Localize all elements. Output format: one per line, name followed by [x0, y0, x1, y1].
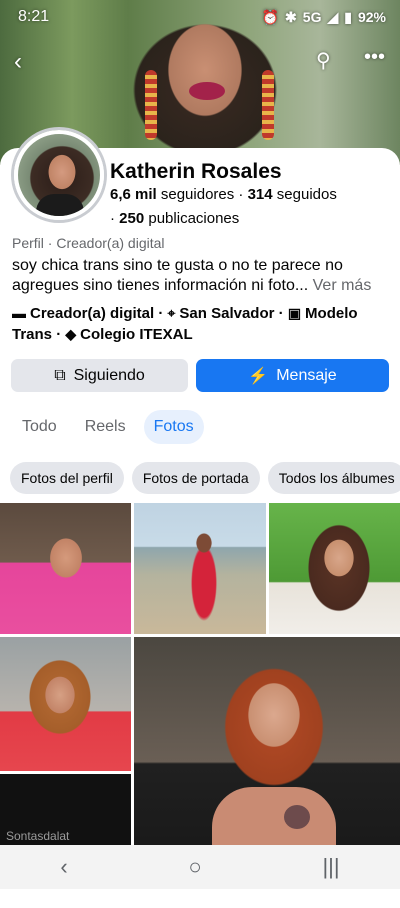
photo-caption: Sontasdalat — [6, 829, 70, 843]
profile-name: Katherin Rosales — [110, 160, 282, 183]
following-label: seguidos — [272, 186, 337, 203]
status-bar: 8:21 ⏰ ✱ 5G ◢ ▮ 92% — [18, 6, 386, 28]
messenger-icon: ⚡ — [248, 367, 269, 385]
following-icon: ⧉ — [54, 366, 66, 384]
photo-tattoo — [284, 805, 310, 829]
tab-reels[interactable]: Reels — [75, 410, 136, 444]
posts-label: publicaciones — [144, 210, 240, 227]
following-button[interactable]: ⧉ Siguiendo — [11, 359, 188, 392]
status-time: 8:21 — [18, 8, 50, 25]
battery-level: 92% — [357, 9, 386, 25]
message-button-label: Mensaje — [276, 366, 337, 384]
search-icon[interactable]: ⚲ — [316, 48, 331, 73]
message-button[interactable]: ⚡ Mensaje — [196, 359, 389, 392]
avatar-shirt — [36, 194, 84, 216]
posts-count: 250 — [119, 210, 145, 227]
detail-creator: Creador(a) digital — [30, 305, 155, 322]
work-icon: ▣ — [287, 305, 302, 321]
posts-stats: · 250 publicaciones — [110, 210, 239, 227]
profile-category: Perfil · Creador(a) digital — [12, 235, 165, 251]
chip-profile-photos[interactable]: Fotos del perfil — [10, 462, 124, 494]
system-nav-bar: ‹ ○ ||| — [0, 845, 400, 889]
photo-thumbnail[interactable] — [134, 637, 400, 845]
chip-cover-photos[interactable]: Fotos de portada — [131, 462, 260, 494]
school-icon: ◆ — [65, 326, 77, 342]
category-icon: ▬ — [12, 305, 26, 321]
bio-text: soy chica trans sino te gusta o no te pa… — [12, 257, 343, 294]
signal-icon: ◢ — [327, 8, 339, 25]
tab-fotos[interactable]: Fotos — [143, 410, 204, 444]
follow-stats: 6,6 mil seguidores · 314 seguidos — [110, 186, 337, 203]
followers-count[interactable]: 6,6 mil — [110, 186, 157, 203]
following-button-label: Siguiendo — [73, 366, 145, 384]
photo-thumbnail[interactable]: Sontasdalat — [0, 774, 131, 845]
detail-school[interactable]: Colegio ITEXAL — [80, 326, 193, 343]
more-icon[interactable]: ••• — [364, 46, 385, 69]
detail-location[interactable]: San Salvador — [179, 305, 274, 322]
nav-home-icon[interactable]: ○ — [188, 854, 201, 880]
photo-thumbnail[interactable] — [269, 503, 400, 634]
photo-thumbnail[interactable] — [0, 503, 131, 634]
detail-separator: · — [52, 326, 66, 343]
cover-earring-right — [262, 70, 274, 140]
tab-todo[interactable]: Todo — [12, 410, 67, 444]
photo-thumbnail[interactable] — [0, 637, 131, 771]
alarm-icon: ⏰ — [261, 8, 280, 25]
followers-label: seguidores · — [156, 186, 248, 203]
network-type: 5G — [302, 9, 322, 25]
cover-earring-left — [145, 70, 157, 140]
see-more-link[interactable]: Ver más — [313, 277, 372, 294]
profile-details: ▬ Creador(a) digital · ⌖ San Salvador · ▣ M… — [12, 303, 392, 345]
avatar[interactable] — [14, 130, 104, 220]
photo-thumbnail[interactable] — [134, 503, 266, 634]
bluetooth-icon: ✱ — [285, 8, 297, 25]
detail-separator: · — [274, 305, 288, 322]
detail-separator: · — [154, 305, 168, 322]
content-tabs: Todo Reels Fotos — [12, 410, 204, 444]
photo-filter-chips: Fotos del perfil Fotos de portada Todos … — [10, 462, 400, 494]
back-icon[interactable]: ‹ — [14, 48, 22, 76]
nav-recents-icon[interactable]: ||| — [322, 854, 339, 880]
photo-detail — [212, 787, 336, 845]
cover-lips — [189, 82, 225, 100]
nav-back-icon[interactable]: ‹ — [60, 854, 67, 880]
location-icon: ⌖ — [167, 305, 176, 321]
battery-icon: ▮ — [344, 8, 352, 25]
following-count[interactable]: 314 — [248, 186, 273, 203]
profile-bio: soy chica trans sino te gusta o no te pa… — [12, 256, 392, 296]
chip-all-albums[interactable]: Todos los álbumes — [267, 462, 400, 494]
posts-prefix: · — [110, 210, 120, 227]
